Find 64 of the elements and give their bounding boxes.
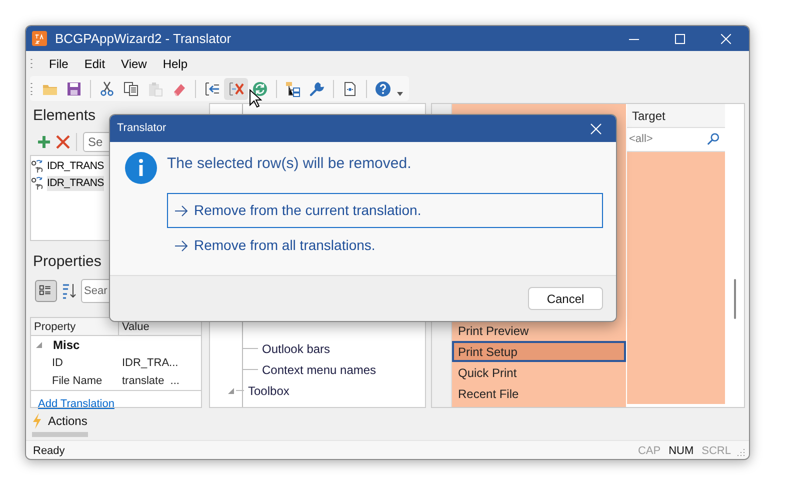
clipboard-icon <box>147 80 163 96</box>
dialog-title: Translator <box>117 121 166 136</box>
sort-icon <box>62 282 76 300</box>
property-value: IDR_TRA... <box>121 356 180 371</box>
property-name: ID <box>51 356 64 371</box>
window-title: BCGPAppWizard2 - Translator <box>55 30 232 48</box>
lightning-icon <box>32 413 42 429</box>
scissors-icon <box>99 80 115 96</box>
add-translation-link[interactable]: Add Translation <box>38 398 114 410</box>
menu-item[interactable]: Help <box>154 54 196 72</box>
category-label: Misc <box>53 337 80 354</box>
tree-item[interactable]: Context menu names <box>262 360 376 378</box>
expander-icon[interactable] <box>228 388 234 394</box>
menu-item[interactable]: View <box>113 54 155 72</box>
command-link[interactable]: Remove from all translations. <box>167 228 603 263</box>
property-value: translate ... <box>121 374 180 389</box>
arrow-icon <box>175 240 188 252</box>
grid-cell[interactable]: Print Preview <box>452 320 626 341</box>
column-header: Target <box>627 104 725 128</box>
pane-title: Actions <box>48 413 88 430</box>
cancel-button[interactable]: Cancel <box>528 287 603 310</box>
categorized-button[interactable] <box>35 280 57 302</box>
menu-item[interactable]: Edit <box>76 54 114 72</box>
grid-cell[interactable]: Recent File <box>452 383 626 404</box>
pane-title: Properties <box>32 252 102 272</box>
refresh-icon <box>252 80 268 96</box>
list-cross-icon <box>228 80 244 96</box>
tree-icon <box>285 80 301 96</box>
app-logo-icon <box>32 31 47 46</box>
tree-item[interactable]: Toolbox <box>248 382 290 400</box>
grid-cell[interactable]: Quick Print <box>452 362 626 383</box>
resize-grip-icon <box>737 448 745 456</box>
info-icon <box>125 152 157 184</box>
status-indicator: NUM <box>668 444 694 459</box>
list-item[interactable]: IDR_TRANS <box>47 158 104 174</box>
tab-strip <box>32 432 88 437</box>
close-icon <box>721 34 731 44</box>
close-icon <box>56 134 70 149</box>
pane-title: Elements <box>33 106 96 126</box>
expander-icon[interactable] <box>36 342 42 348</box>
list-item[interactable]: IDR_TRANS <box>47 176 104 192</box>
dialog-message: The selected row(s) will be removed. <box>167 154 412 174</box>
plus-icon <box>38 136 50 148</box>
scrollbar-thumb[interactable] <box>734 279 736 319</box>
arrow-icon <box>175 204 188 216</box>
search-icon <box>707 132 721 146</box>
wrench-icon <box>309 80 325 96</box>
column-header: Value <box>121 320 150 335</box>
menu-item[interactable]: File <box>41 54 76 72</box>
caret-icon <box>397 92 403 96</box>
status-indicator: CAP <box>638 444 661 459</box>
command-link[interactable]: Remove from the current translation. <box>167 193 603 228</box>
help-icon <box>375 80 391 96</box>
list-arrow-icon <box>204 80 220 96</box>
list-icon <box>39 284 53 298</box>
close-icon <box>590 122 602 134</box>
tree-item[interactable]: Outlook bars <box>262 340 330 358</box>
status-indicator: SCRL <box>702 444 731 459</box>
maximize-icon <box>675 34 685 44</box>
status-text: Ready <box>33 444 65 459</box>
copy-icon <box>123 80 139 96</box>
grid-cell[interactable]: Print Setup <box>452 341 626 362</box>
property-name: File Name <box>51 374 104 389</box>
document-icon <box>342 80 358 96</box>
